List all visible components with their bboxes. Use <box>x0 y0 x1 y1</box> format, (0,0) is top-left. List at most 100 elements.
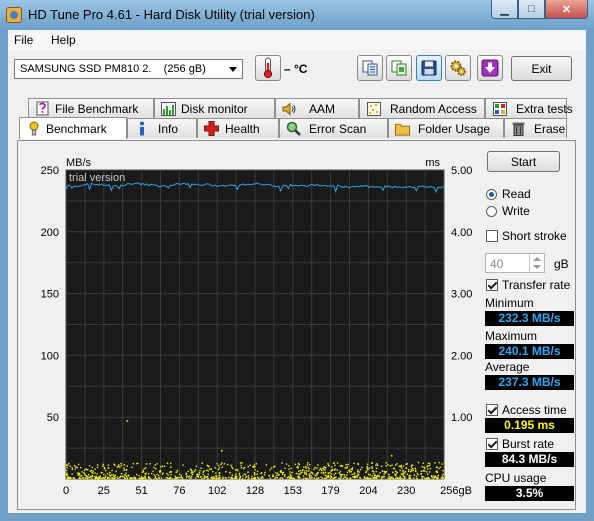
access-time-point <box>142 477 145 479</box>
access-time-point <box>339 470 342 473</box>
tab-folder-usage[interactable]: Folder Usage <box>388 118 504 138</box>
y-right-tick-label: 5.00 <box>451 165 472 177</box>
access-time-point <box>200 467 202 469</box>
tab-info[interactable]: Info <box>127 118 197 138</box>
access-time-point <box>94 477 97 480</box>
short-stroke-spinner[interactable]: 40 <box>485 253 545 273</box>
menu-help[interactable]: Help <box>51 33 76 47</box>
access-time-point <box>238 474 241 476</box>
access-time-point <box>274 477 276 480</box>
access-time-point <box>264 471 266 474</box>
access-time-checkbox[interactable] <box>486 404 498 416</box>
access-time-point <box>288 468 290 470</box>
access-time-point <box>416 472 418 475</box>
x-tick-label: 0 <box>63 485 69 497</box>
access-time-point <box>288 465 290 467</box>
tab-file-benchmark[interactable]: File Benchmark <box>28 98 154 118</box>
access-time-point <box>413 474 415 476</box>
access-time-point <box>83 469 86 471</box>
access-time-point <box>89 475 92 478</box>
access-time-point <box>284 467 286 469</box>
tab-aam[interactable]: AAM <box>275 98 359 118</box>
access-time-point <box>378 474 380 476</box>
access-time-point <box>257 476 259 478</box>
access-time-point <box>404 470 406 473</box>
access-time-point <box>428 471 431 473</box>
start-button[interactable]: Start <box>487 151 560 172</box>
transfer-rate-checkbox[interactable] <box>486 279 498 291</box>
access-time-label: Access time <box>502 403 567 417</box>
access-time-point <box>154 464 156 466</box>
access-time-point <box>186 476 188 479</box>
access-time-point <box>170 466 172 468</box>
access-time-point <box>136 462 138 465</box>
exit-button[interactable]: Exit <box>511 56 572 81</box>
access-time-point <box>159 471 162 473</box>
drive-select[interactable]: SAMSUNG SSD PM810 2. (256 gB) <box>14 59 243 79</box>
access-time-point <box>328 464 330 467</box>
copy-info-button[interactable] <box>357 55 383 81</box>
access-time-point <box>340 476 342 478</box>
access-time-point <box>344 476 347 478</box>
maximize-icon: □ <box>528 3 535 15</box>
access-time-point <box>347 463 349 466</box>
tab-error-scan[interactable]: Error Scan <box>279 118 388 138</box>
access-time-point <box>77 474 80 476</box>
access-time-point <box>269 469 271 471</box>
access-time-point <box>72 477 75 479</box>
access-time-point <box>408 477 410 480</box>
minimize-button[interactable]: ▁ <box>491 0 518 19</box>
close-button[interactable]: ✕ <box>545 0 588 19</box>
access-time-point <box>438 461 440 464</box>
access-time-point <box>268 474 270 477</box>
access-time-point <box>304 477 307 479</box>
access-time-point <box>235 477 238 480</box>
burst-rate-checkbox[interactable] <box>486 438 498 450</box>
tab-erase[interactable]: Erase <box>504 118 567 138</box>
spinner-arrows-icon[interactable] <box>529 254 544 272</box>
access-time-point <box>210 477 212 479</box>
tab-label: Extra tests <box>516 101 573 116</box>
save-button[interactable] <box>416 55 442 81</box>
maximize-button[interactable]: □ <box>518 0 545 19</box>
access-time-point <box>109 475 112 477</box>
access-time-point <box>114 474 116 476</box>
download-button[interactable] <box>477 55 503 81</box>
access-time-point <box>395 470 397 472</box>
title-bar[interactable]: HD Tune Pro 4.61 - Hard Disk Utility (tr… <box>0 0 594 30</box>
access-time-point <box>421 465 423 468</box>
access-time-point <box>74 468 77 470</box>
x-tick-label: 102 <box>208 485 226 497</box>
tab-random-access[interactable]: Random Access <box>359 98 485 118</box>
tab-disk-monitor[interactable]: Disk monitor <box>154 98 275 118</box>
access-time-point <box>436 471 439 473</box>
access-time-point <box>410 466 413 468</box>
access-time-point <box>281 473 284 476</box>
menu-file[interactable]: File <box>14 33 33 47</box>
access-time-point <box>305 474 308 476</box>
short-stroke-label: Short stroke <box>502 229 567 243</box>
access-time-point <box>144 475 146 477</box>
access-time-point <box>203 470 205 472</box>
short-stroke-checkbox[interactable] <box>486 230 498 242</box>
access-time-point <box>120 464 123 467</box>
access-time-point <box>405 467 407 469</box>
access-time-point <box>241 462 243 464</box>
access-time-point <box>323 466 325 468</box>
tab-benchmark[interactable]: Benchmark <box>19 117 127 139</box>
access-time-point <box>349 477 351 480</box>
write-radio[interactable] <box>486 206 497 217</box>
y-right-tick-label: 2.00 <box>451 350 472 362</box>
copy-screenshot-button[interactable] <box>386 55 412 81</box>
temperature-button[interactable] <box>255 55 281 81</box>
access-time-point <box>107 467 109 469</box>
read-radio[interactable] <box>486 189 497 200</box>
access-time-point <box>322 467 324 469</box>
access-time-point <box>415 470 417 472</box>
options-button[interactable] <box>445 55 471 81</box>
access-time-point <box>71 467 73 469</box>
access-time-point <box>408 469 410 471</box>
tab-health[interactable]: Health <box>197 118 279 138</box>
access-time-point <box>294 463 297 465</box>
tab-extra-tests[interactable]: Extra tests <box>485 98 573 118</box>
